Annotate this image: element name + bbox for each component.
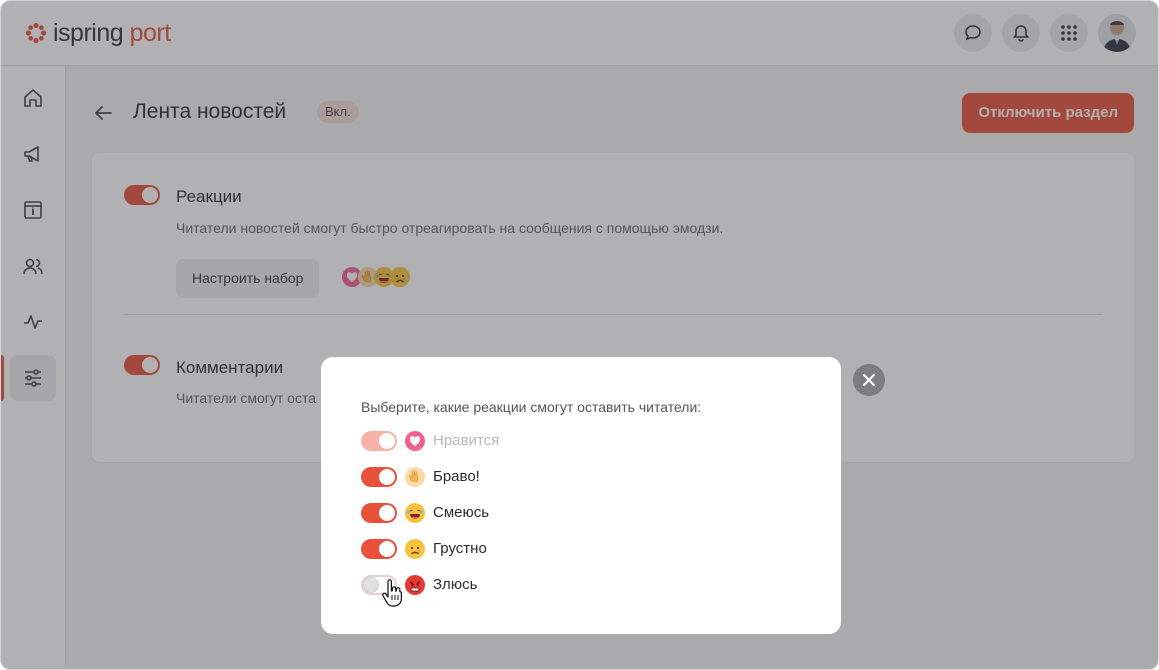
- bravo-toggle[interactable]: [361, 467, 397, 487]
- close-icon: [862, 373, 876, 387]
- heart-emoji-icon: [405, 431, 425, 451]
- reaction-label: Нравится: [433, 432, 500, 449]
- laugh-emoji-icon: [405, 503, 425, 523]
- reaction-row-laugh: Смеюсь: [361, 502, 661, 524]
- angry-emoji-icon: [405, 575, 425, 595]
- sad-toggle[interactable]: [361, 539, 397, 559]
- reaction-row-like: Нравится: [361, 430, 661, 452]
- reaction-label: Злюсь: [433, 576, 478, 593]
- modal-prompt: Выберите, какие реакции смогут оставить …: [361, 399, 702, 415]
- modal-close-button[interactable]: [853, 364, 885, 396]
- reaction-row-sad: Грустно: [361, 538, 661, 560]
- sad-emoji-icon: [405, 539, 425, 559]
- reaction-label: Смеюсь: [433, 504, 490, 521]
- app-window: ispring port Лента новостей Вкл. Отключи…: [0, 0, 1159, 670]
- hand-pointer-cursor-icon: [382, 579, 402, 607]
- reaction-label: Браво!: [433, 468, 480, 485]
- laugh-toggle[interactable]: [361, 503, 397, 523]
- reaction-row-bravo: Браво!: [361, 466, 661, 488]
- like-toggle: [361, 431, 397, 451]
- clap-emoji-icon: [405, 467, 425, 487]
- reaction-row-angry: Злюсь: [361, 574, 661, 596]
- reaction-label: Грустно: [433, 540, 487, 557]
